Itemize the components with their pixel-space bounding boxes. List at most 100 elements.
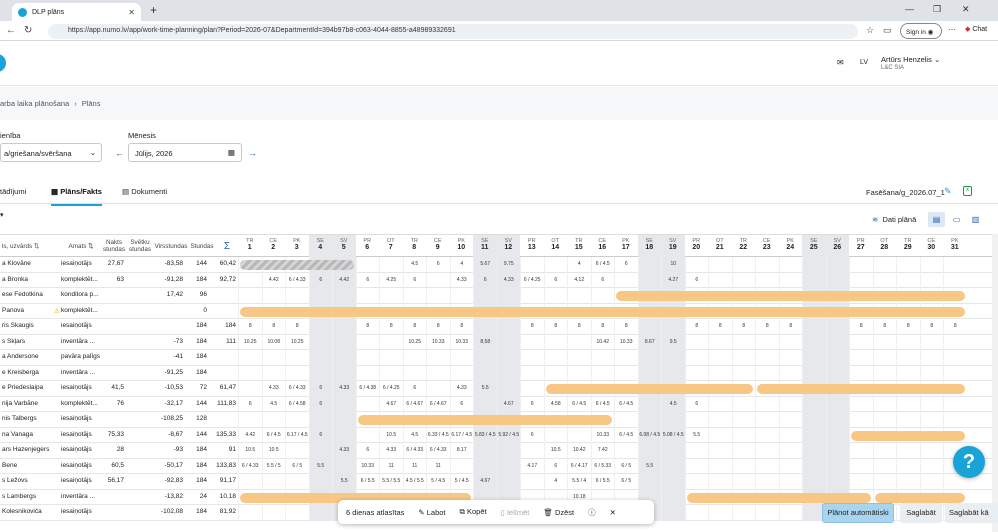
day-cell[interactable]: 6 / 5.5 — [355, 474, 380, 490]
day-cell[interactable] — [872, 257, 897, 273]
day-cell[interactable] — [637, 396, 661, 412]
day-cell[interactable]: 8 — [402, 319, 427, 335]
day-header[interactable]: PR 20 — [685, 235, 709, 257]
day-cell[interactable]: 6 / 4.58 — [285, 396, 309, 412]
day-cell[interactable]: 10.25 — [402, 334, 427, 350]
day-cell[interactable] — [261, 505, 286, 521]
day-cell[interactable] — [849, 412, 873, 428]
day-cell[interactable] — [520, 365, 544, 381]
day-cell[interactable] — [261, 365, 286, 381]
day-cell[interactable]: 8 — [261, 319, 286, 335]
day-cell[interactable] — [332, 350, 356, 366]
day-cell[interactable] — [261, 288, 286, 304]
day-cell[interactable]: 8 — [896, 319, 920, 335]
day-cell[interactable] — [943, 412, 967, 428]
day-cell[interactable] — [355, 288, 380, 304]
day-cell[interactable]: 6 / 4.5 — [261, 427, 286, 443]
day-cell[interactable]: 8 — [520, 319, 544, 335]
day-cell[interactable] — [426, 350, 450, 366]
day-cell[interactable] — [308, 474, 332, 490]
day-cell[interactable] — [261, 350, 286, 366]
day-cell[interactable] — [238, 272, 262, 288]
day-cell[interactable] — [825, 365, 849, 381]
day-cell[interactable]: 6 / 5 — [614, 458, 638, 474]
day-cell[interactable] — [520, 381, 544, 397]
help-button[interactable]: ? — [953, 446, 985, 478]
day-cell[interactable] — [567, 350, 591, 366]
day-cell[interactable] — [919, 272, 944, 288]
day-cell[interactable]: 11 — [426, 458, 450, 474]
day-cell[interactable] — [449, 350, 474, 366]
day-cell[interactable] — [684, 443, 709, 459]
day-cell[interactable] — [825, 458, 849, 474]
day-cell[interactable] — [543, 365, 568, 381]
day-cell[interactable] — [661, 458, 685, 474]
day-cell[interactable] — [332, 412, 356, 428]
day-cell[interactable] — [755, 505, 779, 521]
day-cell[interactable]: 6 / 4.5 — [567, 396, 591, 412]
day-cell[interactable] — [308, 334, 332, 350]
day-cell[interactable] — [708, 474, 732, 490]
user-menu[interactable]: Artūrs Henzelis ⌄ L&C SIA — [881, 55, 940, 71]
day-cell[interactable]: 8 — [379, 319, 403, 335]
day-cell[interactable] — [731, 396, 756, 412]
day-cell[interactable]: 5.5 / 5 — [261, 458, 286, 474]
day-cell[interactable] — [238, 474, 262, 490]
day-cell[interactable] — [919, 350, 944, 366]
day-cell[interactable] — [332, 458, 356, 474]
day-cell[interactable] — [872, 458, 897, 474]
day-cell[interactable] — [849, 365, 873, 381]
day-cell[interactable] — [708, 350, 732, 366]
day-cell[interactable] — [473, 458, 497, 474]
day-cell[interactable] — [496, 365, 520, 381]
day-cell[interactable] — [543, 350, 568, 366]
plan-data-button[interactable]: ≋ Dati plānā — [872, 215, 916, 224]
day-cell[interactable] — [308, 350, 332, 366]
day-header[interactable]: CE 16 — [591, 235, 615, 257]
day-cell[interactable]: 4.5 — [402, 257, 427, 273]
day-cell[interactable]: 6 / 4.33 — [285, 272, 309, 288]
day-cell[interactable] — [731, 474, 756, 490]
day-cell[interactable]: 4.67 — [473, 474, 497, 490]
day-header[interactable]: SV 5 — [332, 235, 356, 257]
month-picker[interactable]: Jūlijs, 2026 ▦ — [128, 143, 242, 162]
day-cell[interactable] — [285, 365, 309, 381]
day-cell[interactable]: 6 / 5.5 — [590, 474, 615, 490]
day-cell[interactable] — [731, 505, 756, 521]
day-cell[interactable] — [825, 474, 849, 490]
day-cell[interactable] — [896, 443, 920, 459]
day-cell[interactable] — [684, 458, 709, 474]
day-cell[interactable]: 6.17 / 4.5 — [285, 427, 309, 443]
day-cell[interactable] — [896, 474, 920, 490]
day-cell[interactable]: 10.25 — [285, 334, 309, 350]
day-cell[interactable] — [731, 272, 756, 288]
day-cell[interactable] — [567, 365, 591, 381]
day-cell[interactable]: 6 / 4.25 — [379, 381, 403, 397]
day-cell[interactable] — [825, 334, 849, 350]
day-cell[interactable] — [825, 427, 849, 443]
day-cell[interactable] — [755, 427, 779, 443]
view-table-icon[interactable]: ▭ — [948, 212, 965, 227]
day-header[interactable]: OT 28 — [873, 235, 897, 257]
day-cell[interactable] — [496, 319, 520, 335]
day-cell[interactable] — [825, 272, 849, 288]
day-header[interactable]: CE 23 — [755, 235, 779, 257]
day-cell[interactable]: 7.42 — [590, 443, 615, 459]
day-header[interactable]: PK 17 — [614, 235, 638, 257]
more-menu-icon[interactable]: ⋯ — [948, 25, 956, 34]
day-header[interactable]: SV 12 — [496, 235, 520, 257]
day-cell[interactable] — [402, 288, 427, 304]
day-cell[interactable]: 10.5 — [238, 443, 262, 459]
day-header[interactable]: TR 29 — [896, 235, 920, 257]
day-cell[interactable]: 6 / 5 — [614, 474, 638, 490]
day-cell[interactable] — [473, 396, 497, 412]
day-cell[interactable] — [731, 412, 756, 428]
day-cell[interactable]: 6 — [684, 396, 709, 412]
day-cell[interactable]: 10.33 — [614, 334, 638, 350]
day-cell[interactable] — [919, 365, 944, 381]
day-cell[interactable]: 6 / 4.5 — [590, 257, 615, 273]
day-cell[interactable] — [896, 458, 920, 474]
day-cell[interactable] — [473, 443, 497, 459]
day-cell[interactable] — [637, 350, 661, 366]
day-cell[interactable] — [637, 474, 661, 490]
